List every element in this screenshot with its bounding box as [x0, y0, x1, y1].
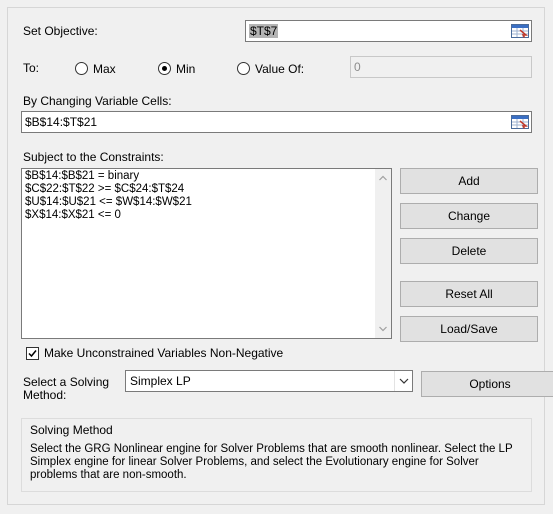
constraints-scrollbar[interactable]	[375, 169, 391, 338]
to-label: To:	[23, 61, 40, 75]
cell-reference-icon	[511, 115, 529, 129]
constraint-item[interactable]: $C$22:$T$22 >= $C$24:$T$24	[22, 183, 391, 196]
constraint-item[interactable]: $B$14:$B$21 = binary	[22, 170, 391, 183]
value-of-value: 0	[354, 60, 361, 74]
value-of-radio-label[interactable]: Value Of:	[255, 62, 304, 76]
constraints-listbox[interactable]: $B$14:$B$21 = binary $C$22:$T$22 >= $C$2…	[21, 168, 392, 339]
load-save-button-label: Load/Save	[440, 322, 498, 336]
change-button[interactable]: Change	[400, 203, 538, 229]
value-of-input[interactable]: 0	[350, 56, 532, 78]
checkmark-icon	[28, 350, 37, 358]
changing-cells-label: By Changing Variable Cells:	[23, 94, 172, 108]
delete-button-label: Delete	[451, 244, 487, 258]
value-of-radio[interactable]	[237, 62, 250, 75]
add-button-label: Add	[458, 174, 480, 188]
solving-method-description: Select the GRG Nonlinear engine for Solv…	[30, 443, 513, 481]
change-button-label: Change	[447, 209, 491, 223]
min-radio[interactable]	[158, 62, 171, 75]
scroll-up-icon[interactable]	[379, 175, 387, 181]
load-save-button[interactable]: Load/Save	[400, 316, 538, 342]
max-radio[interactable]	[75, 62, 88, 75]
options-button[interactable]: Options	[421, 371, 553, 397]
reset-all-button-label: Reset All	[445, 287, 493, 301]
options-button-label: Options	[469, 377, 511, 391]
reset-all-button[interactable]: Reset All	[400, 281, 538, 307]
nonnegative-checkbox[interactable]	[26, 347, 39, 360]
constraint-item[interactable]: $X$14:$X$21 <= 0	[22, 209, 391, 222]
dropdown-arrow-icon[interactable]	[394, 371, 412, 391]
add-button[interactable]: Add	[400, 168, 538, 194]
nonnegative-label[interactable]: Make Unconstrained Variables Non-Negativ…	[44, 346, 283, 360]
objective-ref-button[interactable]	[509, 22, 531, 40]
delete-button[interactable]: Delete	[400, 238, 538, 264]
solving-method-label-line2: Method:	[23, 388, 67, 402]
changing-cells-value: $B$14:$T$21	[25, 115, 98, 129]
solving-method-label-line1: Select a Solving	[23, 375, 110, 389]
solving-method-dropdown[interactable]: Simplex LP	[125, 370, 413, 392]
cell-reference-icon	[511, 24, 529, 38]
max-radio-label[interactable]: Max	[93, 62, 116, 76]
set-objective-value: $T$7	[249, 24, 279, 38]
set-objective-label: Set Objective:	[23, 24, 98, 38]
changing-cells-input[interactable]: $B$14:$T$21	[21, 111, 532, 133]
constraint-item[interactable]: $U$14:$U$21 <= $W$14:$W$21	[22, 196, 391, 209]
min-radio-label[interactable]: Min	[176, 62, 195, 76]
scroll-down-icon[interactable]	[379, 326, 387, 332]
solving-method-title: Solving Method	[30, 423, 113, 437]
solving-method-value: Simplex LP	[130, 374, 191, 388]
set-objective-input[interactable]: $T$7	[245, 20, 532, 42]
constraints-label: Subject to the Constraints:	[23, 150, 164, 164]
changing-cells-ref-button[interactable]	[509, 113, 531, 131]
